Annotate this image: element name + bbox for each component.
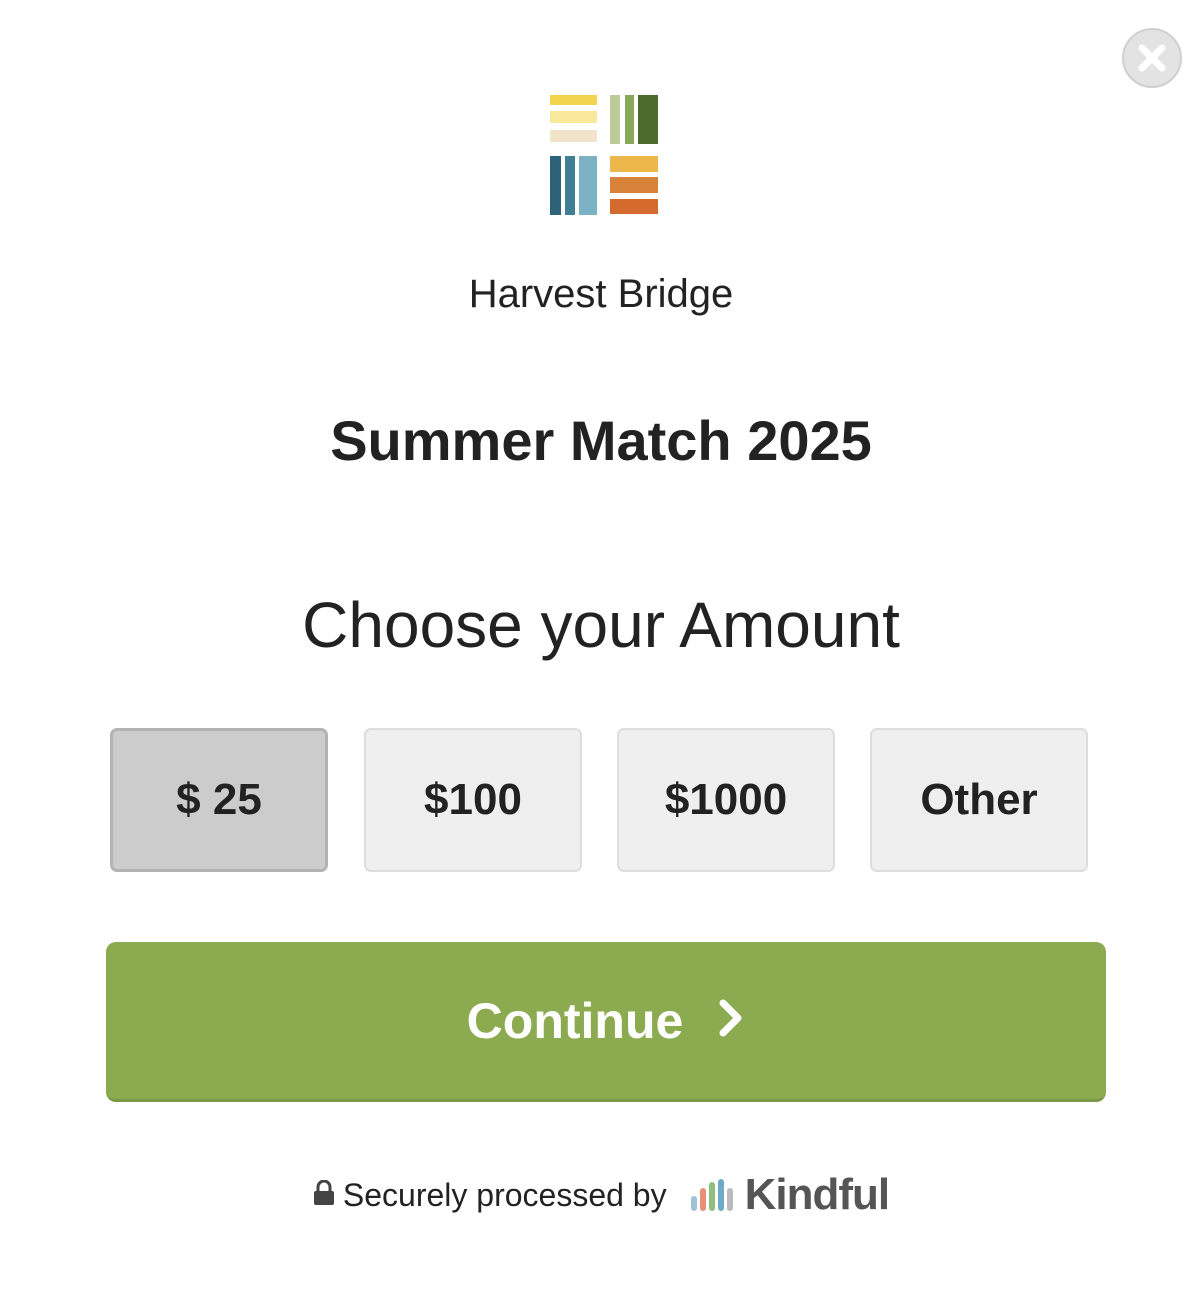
close-icon <box>1138 44 1166 72</box>
organization-logo <box>550 95 658 215</box>
amount-option-100[interactable]: $100 <box>364 728 582 872</box>
amount-options: $ 25 $100 $1000 Other <box>110 728 1088 872</box>
amount-option-25[interactable]: $ 25 <box>110 728 328 872</box>
kindful-wordmark: Kindful <box>744 1170 891 1219</box>
kindful-logo-icon <box>690 1179 733 1211</box>
organization-name: Harvest Bridge <box>468 272 734 316</box>
secure-footer: Securely processed by Kindful <box>0 1170 1202 1220</box>
amount-option-1000[interactable]: $1000 <box>617 728 835 872</box>
chevron-right-icon <box>717 992 745 1050</box>
amount-option-other[interactable]: Other <box>870 728 1088 872</box>
campaign-title: Summer Match 2025 <box>330 409 872 472</box>
continue-button[interactable]: Continue <box>106 942 1106 1102</box>
amount-heading: Choose your Amount <box>302 589 900 661</box>
close-button[interactable] <box>1122 28 1182 88</box>
secure-text: Securely processed by <box>342 1176 667 1213</box>
lock-icon <box>313 1177 335 1214</box>
kindful-link[interactable]: Kindful <box>689 1170 890 1220</box>
continue-label: Continue <box>466 992 684 1049</box>
